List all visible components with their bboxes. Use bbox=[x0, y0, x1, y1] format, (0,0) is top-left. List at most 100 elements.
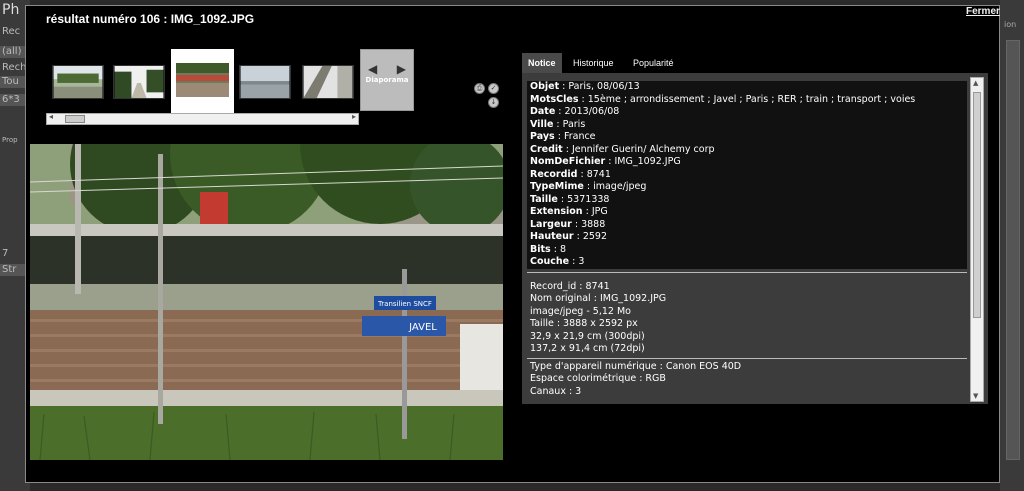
diaporama-button[interactable]: ◀ ▶ Diaporama bbox=[360, 49, 414, 111]
technical-info-line: 137,2 x 91,4 cm (72dpi) bbox=[530, 343, 645, 354]
metadata-row: Taille : 5371338 bbox=[527, 193, 967, 206]
print-icon[interactable]: ⎙ bbox=[474, 83, 485, 94]
metadata-value: Paris bbox=[562, 118, 586, 130]
metadata-row: Pays : France bbox=[527, 131, 967, 144]
image-action-icons: ⎙ ✓ ↓ bbox=[474, 81, 504, 113]
divider bbox=[527, 271, 967, 273]
image-viewer-modal: résultat numéro 106 : IMG_1092.JPG ◀ ▶ D… bbox=[25, 5, 1000, 483]
metadata-key: Taille bbox=[530, 193, 558, 205]
chevron-right-icon[interactable]: ▶ bbox=[397, 62, 406, 76]
metadata-value: Paris, 08/06/13 bbox=[568, 81, 640, 92]
metadata-key: Ville bbox=[530, 118, 554, 130]
metadata-row: Couche : 3 bbox=[527, 256, 967, 269]
technical-info-line: image/jpeg - 5,12 Mo bbox=[530, 305, 631, 317]
metadata-value: 2592 bbox=[582, 231, 607, 242]
metadata-separator: : bbox=[573, 231, 583, 242]
photo-image: Transilien SNCF JAVEL bbox=[30, 144, 503, 460]
metadata-key: Objet bbox=[530, 81, 560, 92]
tab-popularite[interactable]: Popularité bbox=[627, 53, 680, 73]
metadata-row: TypeMime : image/jpeg bbox=[527, 181, 967, 194]
photo-sign-bottom: JAVEL bbox=[408, 322, 437, 333]
metadata-row: Date : 2013/06/08 bbox=[527, 106, 967, 119]
metadata-row: Objet : Paris, 08/06/13 bbox=[527, 81, 967, 94]
metadata-separator: : bbox=[550, 243, 560, 255]
metadata-value: 15ème ; arrondissement ; Javel ; Paris ;… bbox=[587, 93, 916, 105]
metadata-row: MotsCles : 15ème ; arrondissement ; Jave… bbox=[527, 93, 967, 106]
metadata-row: Hauteur : 2592 bbox=[527, 231, 967, 244]
metadata-separator: : bbox=[555, 106, 565, 117]
tab-historique[interactable]: Historique bbox=[567, 53, 620, 73]
exif-info-line: Type d'appareil numérique : Canon EOS 40… bbox=[530, 360, 742, 372]
metadata-key: TypeMime bbox=[530, 181, 584, 192]
metadata-separator: : bbox=[583, 181, 594, 192]
metadata-value: 2013/06/08 bbox=[564, 106, 620, 117]
thumbnail-item[interactable] bbox=[239, 65, 291, 99]
metadata-value: France bbox=[563, 131, 596, 142]
metadata-value: 3888 bbox=[581, 218, 606, 230]
thumbnail-item[interactable] bbox=[302, 65, 354, 99]
metadata-separator: : bbox=[571, 218, 582, 230]
chevron-left-icon[interactable]: ◀ bbox=[368, 62, 377, 76]
photo-sign-top: Transilien SNCF bbox=[377, 300, 432, 308]
scroll-left-icon[interactable]: ◂ bbox=[49, 112, 53, 121]
background-scrollbar bbox=[1006, 40, 1020, 460]
thumbnail-image bbox=[240, 66, 290, 98]
modal-title: résultat numéro 106 : IMG_1092.JPG bbox=[46, 12, 255, 26]
technical-info-list: Record_id : 8741 Nom original : IMG_1092.… bbox=[527, 281, 967, 356]
thumbnail-scrollbar[interactable]: ◂ ▸ bbox=[46, 112, 359, 125]
thumbnail-image bbox=[53, 66, 103, 98]
notice-content: Objet : Paris, 08/06/13 MotsCles : 15ème … bbox=[527, 81, 967, 398]
close-link[interactable]: Fermer bbox=[966, 6, 1000, 17]
notice-scrollbar[interactable]: ▲ ▼ bbox=[970, 77, 984, 402]
tab-notice[interactable]: Notice bbox=[522, 53, 562, 73]
metadata-row: Recordid : 8741 bbox=[527, 168, 967, 181]
scroll-down-icon[interactable]: ▼ bbox=[973, 392, 978, 400]
metadata-value: 5371338 bbox=[567, 193, 610, 205]
metadata-separator: : bbox=[582, 206, 592, 217]
thumbnail-item[interactable] bbox=[113, 65, 165, 99]
thumbnail-image bbox=[176, 63, 229, 97]
divider bbox=[527, 357, 967, 359]
thumbnail-item-selected[interactable] bbox=[171, 49, 234, 113]
technical-info-line: Record_id : 8741 bbox=[530, 280, 610, 292]
metadata-key: Credit bbox=[530, 143, 563, 155]
metadata-separator: : bbox=[562, 143, 572, 155]
metadata-value: image/jpeg bbox=[593, 181, 647, 192]
metadata-key: Date bbox=[530, 106, 556, 117]
technical-info-line: Nom original : IMG_1092.JPG bbox=[530, 293, 667, 304]
metadata-value: 3 bbox=[578, 256, 585, 267]
main-photo: Transilien SNCF JAVEL bbox=[30, 144, 503, 460]
technical-info-line: Taille : 3888 x 2592 px bbox=[530, 318, 638, 329]
metadata-row: Bits : 8 bbox=[527, 243, 967, 256]
scroll-right-icon[interactable]: ▸ bbox=[352, 112, 356, 121]
metadata-separator: : bbox=[553, 118, 563, 130]
metadata-row: Ville : Paris bbox=[527, 118, 967, 131]
metadata-key: NomDeFichier bbox=[530, 156, 606, 167]
exif-info-line: Espace colorimétrique : RGB bbox=[530, 373, 666, 384]
metadata-row: Largeur : 3888 bbox=[527, 218, 967, 231]
metadata-key: Largeur bbox=[530, 218, 572, 230]
metadata-separator: : bbox=[557, 193, 568, 205]
diaporama-label: Diaporama bbox=[365, 76, 409, 84]
metadata-key: Bits bbox=[530, 243, 551, 255]
metadata-row: NomDeFichier : IMG_1092.JPG bbox=[527, 156, 967, 169]
scrollbar-thumb[interactable] bbox=[973, 92, 981, 318]
basket-icon[interactable]: ✓ bbox=[488, 83, 499, 94]
download-icon[interactable]: ↓ bbox=[488, 97, 499, 108]
scroll-up-icon[interactable]: ▲ bbox=[973, 79, 978, 87]
metadata-key: MotsCles bbox=[530, 93, 579, 105]
metadata-key: Pays bbox=[530, 131, 555, 142]
metadata-key: Couche bbox=[530, 256, 570, 267]
thumbnail-image bbox=[114, 66, 164, 98]
scrollbar-thumb[interactable] bbox=[65, 115, 85, 123]
metadata-separator: : bbox=[578, 93, 588, 105]
bg-fragment: ion bbox=[1004, 20, 1017, 29]
thumbnail-item[interactable] bbox=[52, 65, 104, 99]
background-right-panel: ion bbox=[1000, 0, 1024, 491]
thumbnail-strip bbox=[46, 49, 359, 116]
metadata-key: Recordid bbox=[530, 168, 578, 180]
metadata-row: Credit : Jennifer Guerin/ Alchemy corp bbox=[527, 143, 967, 156]
exif-info-list: Type d'appareil numérique : Canon EOS 40… bbox=[527, 361, 967, 399]
app-title: Ph bbox=[2, 2, 20, 18]
metadata-value: JPG bbox=[591, 206, 608, 217]
